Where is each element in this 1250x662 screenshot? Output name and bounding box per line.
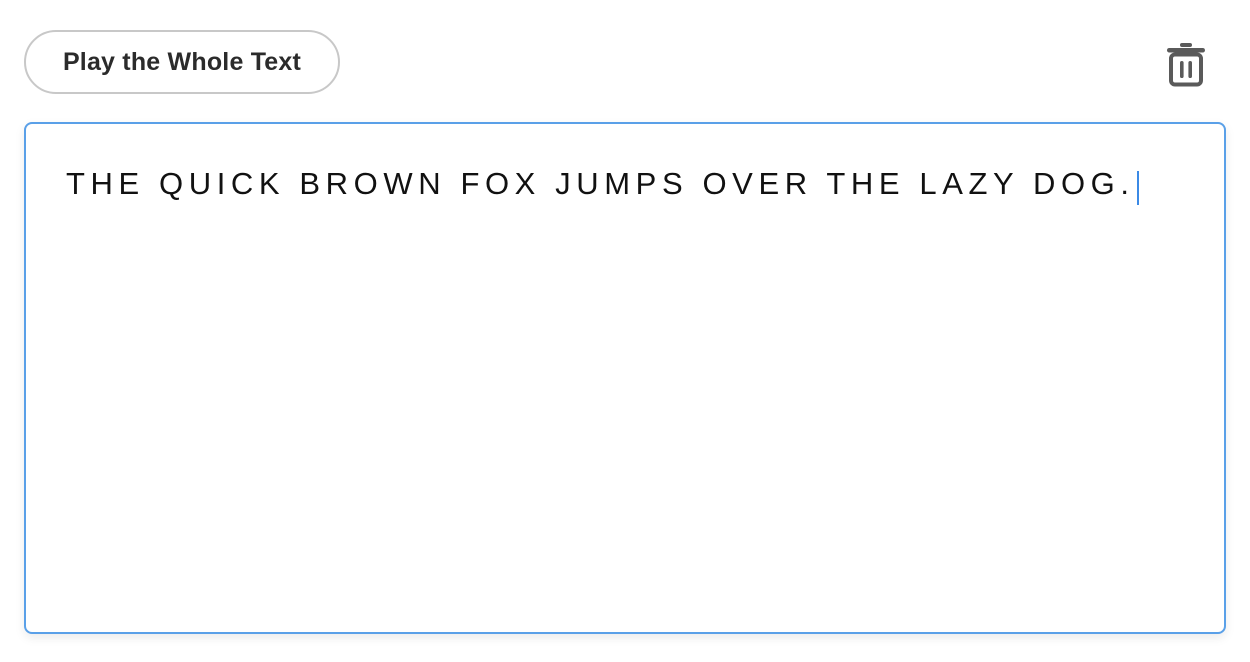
play-whole-text-button[interactable]: Play the Whole Text [24, 30, 340, 94]
trash-icon [1166, 41, 1206, 87]
text-caret [1136, 170, 1139, 205]
text-editor[interactable]: THE QUICK BROWN FOX JUMPS OVER THE LAZY … [24, 122, 1226, 634]
delete-button[interactable] [1160, 38, 1212, 90]
editor-text: THE QUICK BROWN FOX JUMPS OVER THE LAZY … [66, 166, 1135, 201]
